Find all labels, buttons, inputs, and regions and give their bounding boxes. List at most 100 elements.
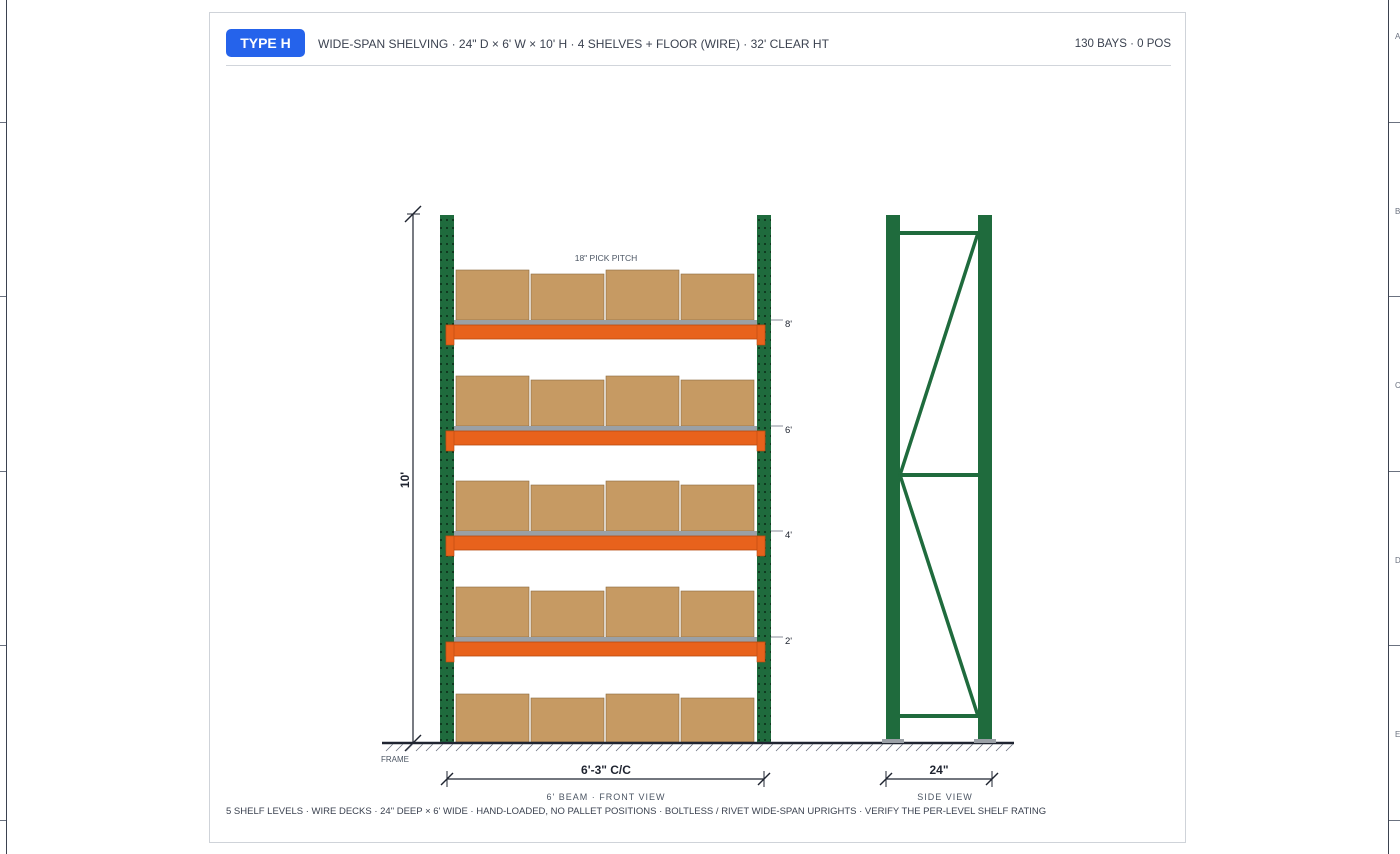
side-view-caption: SIDE VIEW [917, 792, 973, 802]
floor-hatch-stroke [1005, 743, 1014, 752]
floor-hatch-stroke [575, 743, 584, 752]
floor-hatch-stroke [915, 743, 924, 752]
beam-connector [756, 430, 766, 452]
height-label: 10' [398, 472, 412, 488]
floor-hatch-stroke [395, 743, 404, 752]
footplate [974, 739, 996, 743]
diagonal-brace [898, 474, 980, 717]
beam-connector [756, 324, 766, 346]
shelf-level-4: 4' [445, 480, 792, 557]
spec-footnote: 5 SHELF LEVELS · WIRE DECKS · 24" DEEP ×… [226, 806, 1047, 817]
floor-hatch-stroke [835, 743, 844, 752]
depth-dimension-label: 24" [929, 763, 948, 777]
carton [530, 590, 605, 638]
floor-hatch-stroke [795, 743, 804, 752]
floor-hatch-stroke [995, 743, 1004, 752]
carton [455, 269, 530, 321]
beam [445, 641, 766, 657]
floor-hatch-stroke [745, 743, 754, 752]
floor-hatch-stroke [855, 743, 864, 752]
carton [455, 480, 530, 532]
floor-hatch-stroke [475, 743, 484, 752]
carton [605, 480, 680, 532]
beam-connector [445, 641, 455, 663]
carton [530, 697, 605, 743]
carton [530, 273, 605, 321]
carton [680, 379, 755, 427]
floor-hatch-stroke [445, 743, 454, 752]
floor-hatch-stroke [635, 743, 644, 752]
floor-hatch-stroke [845, 743, 854, 752]
shelf-level-2: 2' [445, 586, 792, 663]
footplate [882, 739, 904, 743]
front-view: 10' 18" PICK PITCH 8' 6' 4' 2' [398, 205, 792, 752]
carton [530, 379, 605, 427]
frame-label: FRAME [381, 755, 409, 764]
floor-hatch-stroke [585, 743, 594, 752]
floor-hatch-stroke [985, 743, 994, 752]
floor-hatch-stroke [485, 743, 494, 752]
carton [455, 375, 530, 427]
floor-hatch-stroke [385, 743, 394, 752]
beam [445, 430, 766, 446]
floor-hatch-stroke [735, 743, 744, 752]
carton [455, 586, 530, 638]
beam [445, 535, 766, 551]
floor-hatch-stroke [925, 743, 934, 752]
beam-connector [445, 535, 455, 557]
floor-hatch-stroke [565, 743, 574, 752]
width-dimension-label: 6'-3" C/C [581, 763, 631, 777]
floor-hatch-stroke [705, 743, 714, 752]
floor-hatch-stroke [885, 743, 894, 752]
beam-connector [756, 641, 766, 663]
carton [680, 273, 755, 321]
rear-post [978, 215, 992, 742]
floor-hatch-stroke [525, 743, 534, 752]
wire-deck [454, 320, 757, 325]
floor-hatch-stroke [425, 743, 434, 752]
floor-hatch-stroke [435, 743, 444, 752]
level-label-4: 4' [785, 530, 792, 541]
pick-pitch-label: 18" PICK PITCH [575, 253, 638, 263]
beam-connector [445, 324, 455, 346]
floor-hatch-stroke [815, 743, 824, 752]
floor-hatch-stroke [555, 743, 564, 752]
carton [455, 693, 530, 743]
carton [680, 697, 755, 743]
floor-hatch-stroke [655, 743, 664, 752]
wire-deck [454, 426, 757, 431]
width-dimension: 6'-3" C/C 6' BEAM · FRONT VIEW [440, 763, 771, 802]
upright-holes [757, 215, 771, 742]
floor-hatch-stroke [465, 743, 474, 752]
front-view-caption: 6' BEAM · FRONT VIEW [546, 792, 665, 802]
beam-connector [756, 535, 766, 557]
floor-hatch-stroke [715, 743, 724, 752]
diagonal-brace [898, 232, 980, 476]
floor-hatch-stroke [875, 743, 884, 752]
floor-hatch-stroke [865, 743, 874, 752]
wire-deck [454, 637, 757, 642]
floor-hatch-stroke [605, 743, 614, 752]
floor-hatch [385, 743, 1014, 752]
carton [605, 693, 680, 743]
floor-hatch-stroke [415, 743, 424, 752]
level-label-8: 8' [785, 319, 792, 330]
floor-hatch-stroke [825, 743, 834, 752]
floor-hatch-stroke [505, 743, 514, 752]
upright-holes [440, 215, 454, 742]
floor-hatch-stroke [935, 743, 944, 752]
floor-hatch-stroke [665, 743, 674, 752]
floor-hatch-stroke [545, 743, 554, 752]
carton [530, 484, 605, 532]
floor-hatch-stroke [805, 743, 814, 752]
floor-hatch-stroke [405, 743, 414, 752]
floor-hatch-stroke [955, 743, 964, 752]
level-label-2: 2' [785, 636, 792, 647]
floor-hatch-stroke [695, 743, 704, 752]
floor-hatch-stroke [515, 743, 524, 752]
floor-hatch-stroke [455, 743, 464, 752]
floor-hatch-stroke [615, 743, 624, 752]
side-view: 24" SIDE VIEW [879, 215, 999, 802]
floor-hatch-stroke [905, 743, 914, 752]
floor-hatch-stroke [975, 743, 984, 752]
